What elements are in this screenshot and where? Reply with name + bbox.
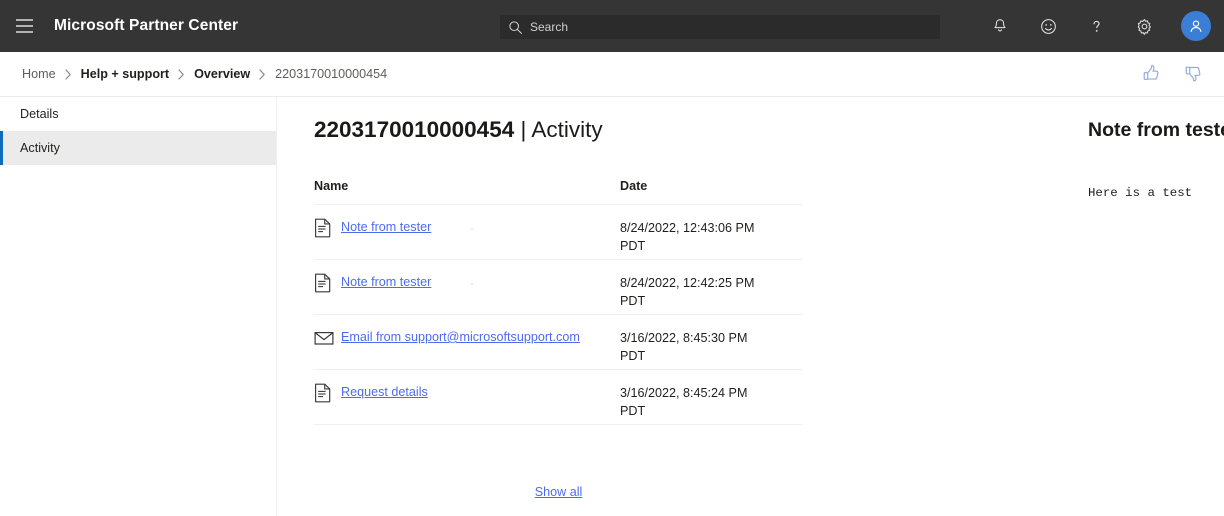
activity-date-cell: 3/16/2022, 8:45:24 PM PDT	[620, 384, 803, 420]
activity-link[interactable]: Request details	[341, 384, 428, 401]
activity-date: 8/24/2022, 12:42:25 PM	[620, 276, 755, 290]
activity-timezone: PDT	[620, 239, 646, 253]
page-feedback-controls	[1138, 60, 1206, 86]
table-row[interactable]: Email from support@microsoftsupport.com …	[314, 315, 803, 370]
sidebar-item-label: Activity	[20, 141, 60, 155]
app-brand-title: Microsoft Partner Center	[54, 17, 239, 34]
activity-table: Name Date Note from tester . 8/24/2022, …	[314, 179, 803, 425]
page-title-separator: |	[514, 117, 532, 142]
activity-name-cell: Note from tester .	[314, 273, 620, 293]
chevron-right-icon	[259, 68, 266, 80]
activity-timezone: PDT	[620, 404, 646, 418]
show-all-link[interactable]: Show all	[535, 485, 583, 499]
activity-date: 8/24/2022, 12:43:06 PM	[620, 221, 755, 235]
search-input[interactable]	[530, 16, 940, 38]
activity-timezone: PDT	[620, 294, 646, 308]
activity-link[interactable]: Note from tester	[341, 274, 431, 291]
detail-panel-body: Here is a test	[1088, 186, 1193, 200]
activity-timezone: PDT	[620, 349, 646, 363]
table-row[interactable]: Note from tester . 8/24/2022, 12:42:25 P…	[314, 260, 803, 315]
activity-name-cell: Email from support@microsoftsupport.com	[314, 329, 620, 348]
activity-date-cell: 3/16/2022, 8:45:30 PM PDT	[620, 329, 803, 365]
activity-link[interactable]: Note from tester	[341, 219, 431, 236]
activity-date: 3/16/2022, 8:45:30 PM	[620, 331, 748, 345]
document-icon	[314, 383, 332, 403]
feedback-smiley-icon[interactable]	[1024, 0, 1072, 52]
breadcrumb: Home Help + support Overview 22031700100…	[0, 67, 387, 81]
main-content-area: 2203170010000454 | Activity Name Date No…	[278, 97, 1224, 516]
breadcrumb-item-help-support[interactable]: Help + support	[81, 67, 170, 81]
detail-panel: Note from tester Here is a test	[1088, 97, 1224, 516]
page-title: 2203170010000454 | Activity	[314, 117, 603, 143]
activity-date: 3/16/2022, 8:45:24 PM	[620, 386, 748, 400]
activity-name-cell: Request details	[314, 383, 620, 403]
hamburger-menu-icon[interactable]	[0, 0, 48, 52]
table-header-row: Name Date	[314, 179, 803, 205]
breadcrumb-bar: Home Help + support Overview 22031700100…	[0, 52, 1224, 97]
show-all-container: Show all	[314, 485, 803, 499]
activity-link[interactable]: Email from support@microsoftsupport.com	[341, 329, 580, 346]
chevron-right-icon	[178, 68, 185, 80]
user-account-button[interactable]	[1168, 0, 1224, 52]
chevron-right-icon	[64, 68, 72, 80]
row-trailing-mark: .	[470, 274, 474, 288]
top-bar-actions	[976, 0, 1224, 52]
table-row[interactable]: Request details 3/16/2022, 8:45:24 PM PD…	[314, 370, 803, 425]
detail-panel-title: Note from tester	[1088, 119, 1224, 141]
notifications-bell-icon[interactable]	[976, 0, 1024, 52]
top-navigation-bar: Microsoft Partner Center	[0, 0, 1224, 52]
document-icon	[314, 218, 332, 238]
document-icon	[314, 273, 332, 293]
global-search-box[interactable]	[500, 15, 940, 39]
envelope-icon	[314, 328, 334, 348]
left-sidebar-nav: Details Activity	[0, 97, 277, 516]
sidebar-item-activity[interactable]: Activity	[0, 131, 276, 165]
settings-gear-icon[interactable]	[1120, 0, 1168, 52]
row-trailing-mark: .	[470, 219, 474, 233]
breadcrumb-item-home[interactable]: Home	[22, 67, 56, 81]
table-row[interactable]: Note from tester . 8/24/2022, 12:43:06 P…	[314, 205, 803, 260]
page-title-section: Activity	[531, 117, 603, 142]
activity-date-cell: 8/24/2022, 12:42:25 PM PDT	[620, 274, 803, 310]
column-header-name: Name	[314, 179, 349, 193]
column-header-date: Date	[620, 179, 648, 193]
thumbs-down-icon[interactable]	[1180, 60, 1206, 86]
sidebar-item-label: Details	[20, 107, 59, 121]
activity-name-cell: Note from tester .	[314, 218, 620, 238]
search-icon	[500, 20, 530, 35]
help-question-mark-icon[interactable]	[1072, 0, 1120, 52]
breadcrumb-item-ticket-id: 2203170010000454	[275, 67, 388, 81]
avatar	[1181, 11, 1211, 41]
activity-date-cell: 8/24/2022, 12:43:06 PM PDT	[620, 219, 803, 255]
page-title-ticket-id: 2203170010000454	[314, 117, 515, 142]
breadcrumb-item-overview[interactable]: Overview	[194, 67, 250, 81]
thumbs-up-icon[interactable]	[1138, 60, 1164, 86]
sidebar-item-details[interactable]: Details	[0, 97, 276, 131]
